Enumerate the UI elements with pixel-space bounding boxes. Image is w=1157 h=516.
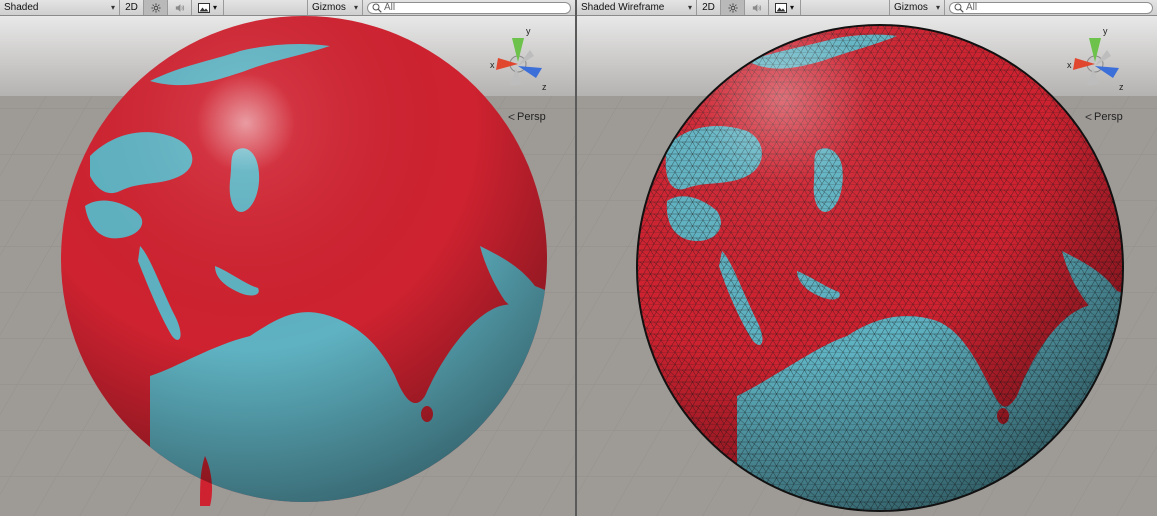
- projection-label: Persp: [517, 111, 546, 123]
- dropdown-arrow-icon: ▾: [353, 3, 358, 12]
- scene-toolbar: Shaded Wireframe ▾ 2D ▾ Gizmos ▾ All: [577, 0, 1157, 16]
- draw-mode-dropdown[interactable]: Shaded Wireframe ▾: [577, 0, 697, 15]
- scene-lighting-toggle[interactable]: [721, 0, 745, 15]
- 2d-label: 2D: [702, 2, 715, 13]
- search-placeholder: All: [966, 2, 978, 13]
- hierarchy-search-input[interactable]: All: [367, 1, 571, 14]
- gizmos-label: Gizmos: [894, 2, 928, 13]
- axis-y-label: y: [1103, 26, 1108, 36]
- orientation-gizmo[interactable]: y x z: [490, 24, 550, 94]
- axis-x-label: x: [490, 60, 495, 70]
- axis-z-label: z: [1119, 82, 1124, 92]
- speaker-icon: [175, 3, 184, 12]
- projection-label: Persp: [1094, 111, 1123, 123]
- draw-mode-label: Shaded Wireframe: [581, 2, 665, 13]
- sun-icon: [727, 2, 738, 13]
- axis-x-label: x: [1067, 60, 1072, 70]
- sun-icon: [150, 2, 161, 13]
- orientation-gizmo[interactable]: y x z: [1067, 24, 1127, 94]
- axis-y-label: y: [526, 26, 531, 36]
- draw-mode-label: Shaded: [4, 2, 39, 13]
- image-icon: [774, 2, 787, 13]
- draw-mode-dropdown[interactable]: Shaded ▾: [0, 0, 120, 15]
- axis-z-label: z: [542, 82, 547, 92]
- 2d-label: 2D: [125, 2, 138, 13]
- projection-toggle[interactable]: < Persp: [508, 110, 546, 124]
- dropdown-arrow-icon: ▾: [212, 3, 217, 12]
- scene-effects-dropdown[interactable]: ▾: [769, 0, 801, 15]
- 2d-toggle-button[interactable]: 2D: [697, 0, 721, 15]
- axis-gizmo-icon: y x z: [490, 26, 547, 92]
- scene-view-wireframe[interactable]: Shaded Wireframe ▾ 2D ▾ Gizmos ▾ All y x…: [577, 0, 1157, 516]
- search-icon: [954, 3, 964, 13]
- scene-lighting-toggle[interactable]: [144, 0, 168, 15]
- scene-audio-toggle[interactable]: [745, 0, 769, 15]
- search-icon: [372, 3, 382, 13]
- speaker-icon: [752, 3, 761, 12]
- scene-toolbar: Shaded ▾ 2D ▾ Gizmos ▾ All: [0, 0, 575, 16]
- 2d-toggle-button[interactable]: 2D: [120, 0, 144, 15]
- dropdown-arrow-icon: ▾: [110, 3, 115, 12]
- hierarchy-search-input[interactable]: All: [949, 1, 1153, 14]
- axis-gizmo-icon: y x z: [1067, 26, 1124, 92]
- gizmos-label: Gizmos: [312, 2, 346, 13]
- dropdown-arrow-icon: ▾: [687, 3, 692, 12]
- dropdown-arrow-icon: ▾: [935, 3, 940, 12]
- chevron-left-icon: <: [1085, 110, 1093, 124]
- projection-toggle[interactable]: < Persp: [1085, 110, 1123, 124]
- gizmos-dropdown[interactable]: Gizmos ▾: [307, 0, 363, 15]
- chevron-left-icon: <: [508, 110, 516, 124]
- scene-effects-dropdown[interactable]: ▾: [192, 0, 224, 15]
- gizmos-dropdown[interactable]: Gizmos ▾: [889, 0, 945, 15]
- image-icon: [197, 2, 210, 13]
- dropdown-arrow-icon: ▾: [789, 3, 794, 12]
- search-placeholder: All: [384, 2, 396, 13]
- scene-audio-toggle[interactable]: [168, 0, 192, 15]
- scene-view-shaded[interactable]: Shaded ▾ 2D ▾ Gizmos ▾ All y x z < Persp: [0, 0, 577, 516]
